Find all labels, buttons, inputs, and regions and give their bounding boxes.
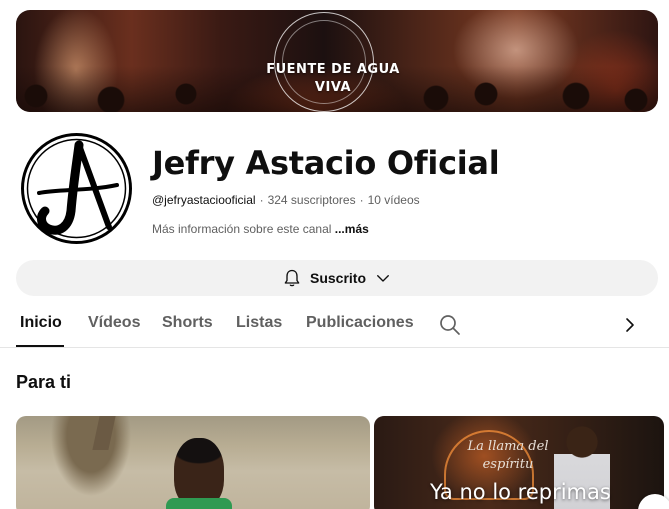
channel-logo-icon [21, 133, 132, 244]
channel-banner: FUENTE DE AGUA VIVA [16, 10, 658, 112]
thumbnail-shirt [166, 498, 232, 509]
tab-videos[interactable]: Vídeos [88, 314, 140, 332]
description-text: Más información sobre este canal [152, 222, 332, 236]
chevron-right-icon[interactable] [622, 316, 638, 339]
bell-icon [282, 268, 302, 288]
thumbnail-title-text: Ya no lo reprimas [430, 480, 611, 504]
channel-name: Jefry Astacio Oficial [152, 144, 500, 182]
subscribed-button[interactable]: Suscrito [16, 260, 658, 296]
tab-publicaciones[interactable]: Publicaciones [306, 314, 414, 332]
video-count: 10 vídeos [367, 193, 420, 207]
thumbnail-script-text: La llama del espíritu [467, 439, 549, 472]
thumbnail-tree [92, 416, 116, 450]
search-icon[interactable] [438, 313, 462, 342]
video-thumbnail[interactable] [16, 416, 370, 509]
channel-handle[interactable]: @jefryastaciooficial [152, 193, 256, 207]
tab-shorts[interactable]: Shorts [162, 314, 213, 332]
video-thumbnail[interactable]: La llama del espíritu Ya no lo reprimas [374, 416, 664, 509]
meta-separator: · [259, 193, 264, 207]
subscribed-label: Suscrito [309, 270, 366, 286]
channel-description[interactable]: Más información sobre este canal ...más [152, 222, 369, 236]
meta-separator: · [359, 193, 364, 207]
banner-title-line1: FUENTE DE AGUA [266, 62, 400, 77]
banner-title-line2: VIVA [314, 80, 352, 95]
tab-inicio[interactable]: Inicio [20, 314, 62, 332]
channel-meta: @jefryastaciooficial · 324 suscriptores · 10… [152, 193, 420, 207]
channel-tabs: Inicio Vídeos Shorts Listas Publicacione… [0, 302, 669, 348]
channel-avatar[interactable] [19, 131, 134, 246]
section-title: Para ti [16, 372, 72, 392]
more-link[interactable]: ...más [335, 222, 369, 236]
active-tab-indicator [16, 345, 64, 347]
tab-listas[interactable]: Listas [236, 314, 282, 332]
subscriber-count: 324 suscriptores [267, 193, 356, 207]
chevron-down-icon [374, 269, 392, 287]
